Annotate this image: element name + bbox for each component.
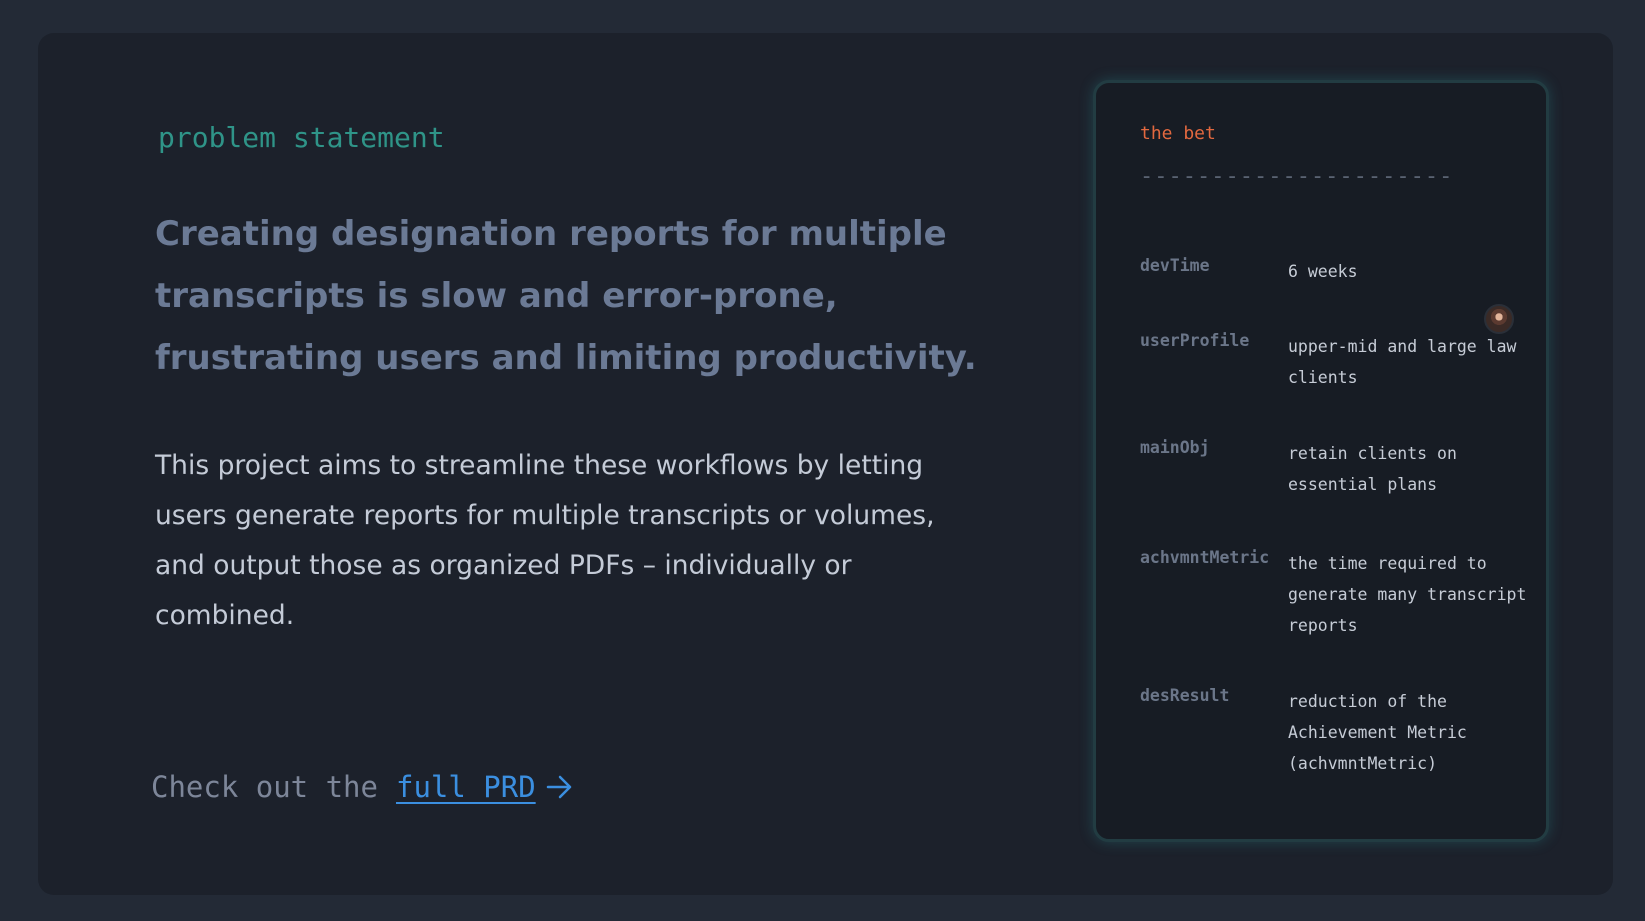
bet-value: upper-mid and large law clients: [1288, 337, 1517, 387]
bet-key: desResult: [1140, 686, 1230, 705]
card-divider: ----------------------: [1140, 164, 1454, 189]
section-eyebrow: problem statement: [158, 121, 445, 154]
main-panel: problem statement Creating designation r…: [38, 33, 1613, 895]
bet-key: achvmntMetric: [1140, 548, 1270, 567]
prd-cta: Check out the full PRD: [151, 770, 574, 804]
bet-key: devTime: [1140, 256, 1210, 275]
bet-value: retain clients on essential plans: [1288, 444, 1457, 494]
body-paragraph: This project aims to streamline these wo…: [155, 450, 935, 631]
headline: Creating designation reports for multipl…: [155, 214, 977, 378]
cta-prefix: Check out the: [151, 770, 378, 804]
avatar[interactable]: [1484, 304, 1514, 334]
bet-value: the time required to generate many trans…: [1288, 554, 1527, 635]
problem-statement-section: problem statement Creating designation r…: [38, 33, 1038, 895]
card-title: the bet: [1140, 123, 1216, 144]
bet-key: mainObj: [1140, 438, 1210, 457]
bet-value: 6 weeks: [1288, 262, 1358, 281]
bet-key: userProfile: [1140, 331, 1250, 350]
full-prd-link[interactable]: full PRD: [396, 770, 536, 804]
the-bet-card: the bet ---------------------- devTime 6…: [1093, 80, 1549, 842]
arrow-right-icon[interactable]: [546, 774, 574, 800]
bet-value: reduction of the Achievement Metric (ach…: [1288, 692, 1467, 773]
